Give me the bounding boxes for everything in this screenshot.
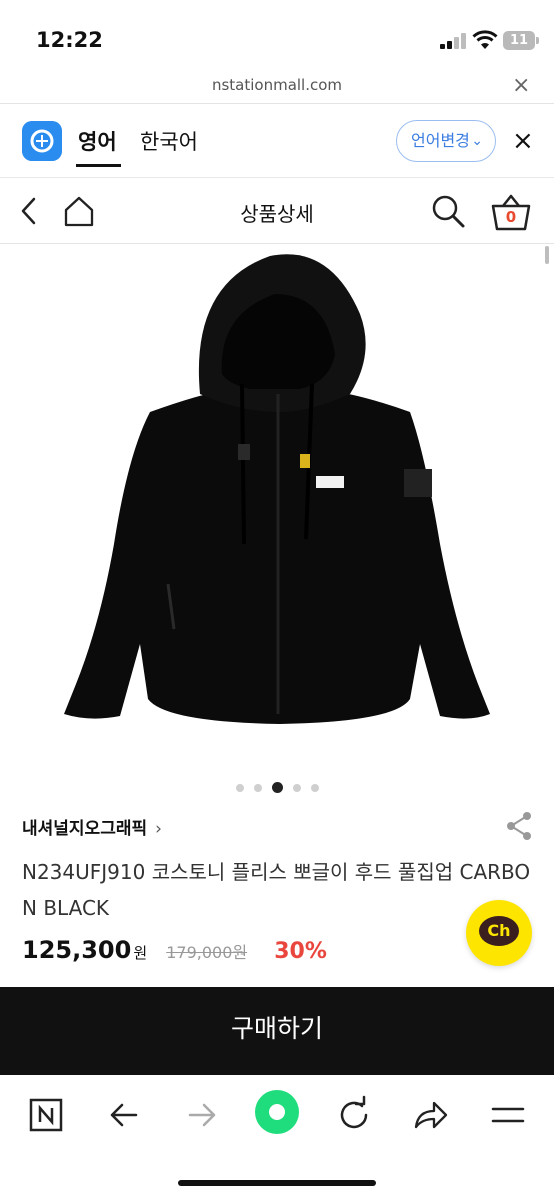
url-text[interactable]: nstationmall.com xyxy=(0,76,554,94)
sale-price: 125,300 xyxy=(22,936,132,964)
share-icon[interactable] xyxy=(504,810,534,842)
change-language-label: 언어변경 xyxy=(411,131,470,150)
forward-arrow-icon[interactable] xyxy=(182,1095,222,1135)
close-icon[interactable]: × xyxy=(512,73,530,98)
signal-icon xyxy=(440,33,466,49)
carousel-dots xyxy=(0,777,554,793)
carousel-dot[interactable] xyxy=(235,783,244,792)
change-language-button[interactable]: 언어변경 ⌄ xyxy=(396,120,496,162)
cart-button[interactable]: 0 xyxy=(490,192,532,232)
chat-icon: Ch xyxy=(479,916,519,946)
carousel-dot[interactable] xyxy=(310,783,319,792)
battery-icon: 11 xyxy=(503,31,539,50)
close-icon[interactable]: × xyxy=(512,126,534,156)
green-dot-icon[interactable] xyxy=(254,1089,300,1135)
menu-icon[interactable] xyxy=(488,1095,528,1135)
price-row: 125,300 원 179,000원 30% xyxy=(22,936,327,970)
tab-korean[interactable]: 한국어 xyxy=(140,126,198,156)
status-bar: 12:22 11 xyxy=(0,0,554,70)
original-price: 179,000원 xyxy=(166,943,248,962)
back-arrow-icon[interactable] xyxy=(104,1095,144,1135)
chevron-down-icon: ⌄ xyxy=(471,133,483,149)
url-bar[interactable]: nstationmall.com × xyxy=(0,70,554,104)
tab-underline xyxy=(76,164,121,167)
kakao-chat-button[interactable]: Ch xyxy=(466,900,532,966)
hoodie-image xyxy=(64,254,490,724)
translate-logo-icon xyxy=(22,121,62,161)
refresh-icon[interactable] xyxy=(334,1095,374,1135)
share-arrow-icon[interactable] xyxy=(410,1095,450,1135)
carousel-dot-active[interactable] xyxy=(271,782,283,793)
wifi-icon xyxy=(472,30,498,49)
tab-english[interactable]: 영어 xyxy=(78,126,117,156)
buy-button[interactable]: 구매하기 xyxy=(0,987,554,1075)
product-image[interactable] xyxy=(0,244,554,764)
home-indicator xyxy=(178,1180,376,1186)
product-name: N234UFJ910 코스토니 플리스 뽀글이 후드 풀집업 CARBON BL… xyxy=(22,860,531,920)
discount-rate: 30% xyxy=(274,939,327,964)
translate-bar: 영어 한국어 언어변경 ⌄ × xyxy=(0,104,554,178)
status-time: 12:22 xyxy=(36,28,103,52)
search-icon[interactable] xyxy=(430,193,466,229)
cart-count: 0 xyxy=(505,208,517,226)
scrollbar[interactable] xyxy=(545,246,549,264)
price-unit: 원 xyxy=(133,944,148,962)
brand-name: 내셔널지오그래픽 xyxy=(22,819,148,839)
app-header: 상품상세 0 xyxy=(0,178,554,244)
page-title: 상품상세 xyxy=(240,202,314,226)
naver-icon[interactable] xyxy=(26,1095,66,1135)
chevron-right-icon: › xyxy=(155,819,162,839)
carousel-dot[interactable] xyxy=(253,783,262,792)
brand-link[interactable]: 내셔널지오그래픽 › xyxy=(22,814,162,839)
carousel-dot[interactable] xyxy=(292,783,301,792)
